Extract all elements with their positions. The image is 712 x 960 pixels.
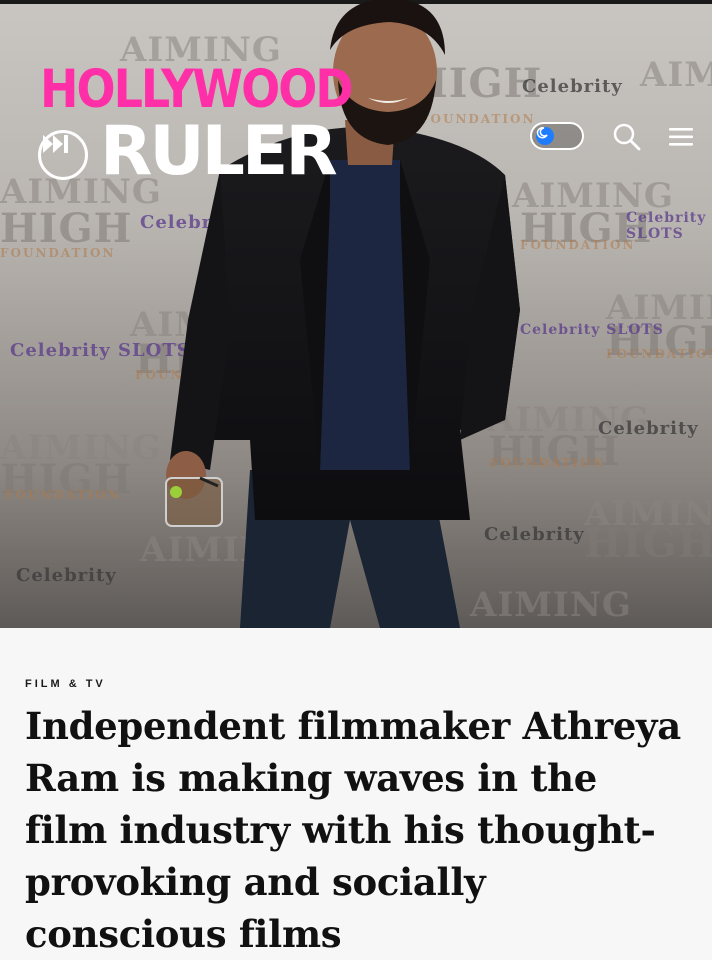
article-headline: Independent filmmaker Athreya Ram is mak… (25, 704, 681, 956)
hero-image: AIMING HIGH FOUNDATION AIMING Celebrity … (0, 0, 712, 628)
article-category-link[interactable]: FILM & TV (25, 678, 687, 690)
logo-text-ruler: RULER (100, 112, 338, 191)
logo-text-hollywood: HOLLYWOOD (40, 57, 354, 120)
site-logo[interactable]: HOLLYWOOD RULER (38, 62, 354, 197)
fast-forward-icon (38, 130, 88, 180)
search-icon[interactable] (612, 122, 642, 152)
moon-icon (536, 127, 554, 145)
dark-mode-toggle[interactable] (530, 122, 584, 150)
hamburger-menu-icon[interactable] (667, 124, 695, 150)
article-header: FILM & TV Independent filmmaker Athreya … (0, 628, 712, 960)
